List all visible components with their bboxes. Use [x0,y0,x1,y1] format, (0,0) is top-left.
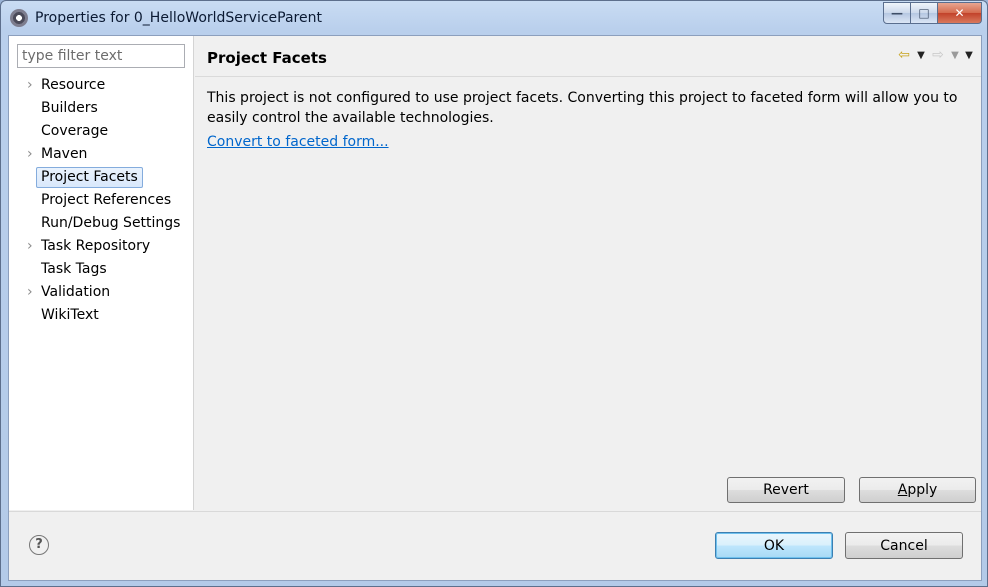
property-page: Project Facets ⇦ ▼ ⇨ ▼ ▼ This project is… [195,36,981,510]
properties-dialog: Properties for 0_HelloWorldServiceParent… [0,0,988,587]
tree-item-task-tags[interactable]: Task Tags [9,258,193,281]
convert-to-faceted-form-link[interactable]: Convert to faceted form... [207,134,389,150]
eclipse-icon [10,9,28,27]
forward-arrow-icon[interactable]: ⇨ [929,46,947,64]
close-icon: ✕ [954,6,965,20]
apply-button[interactable]: Apply [859,477,976,503]
tree-item-label: Task Repository [41,238,151,254]
tree-item-label: Project References [41,192,172,208]
tree-item-resource[interactable]: › Resource [9,74,193,97]
footer-separator [9,511,981,512]
tree-item-run-debug-settings[interactable]: Run/Debug Settings [9,212,193,235]
tree-item-project-facets[interactable]: Project Facets [9,166,193,189]
tree-item-label: Run/Debug Settings [41,215,181,231]
window-title: Properties for 0_HelloWorldServiceParent [35,10,322,26]
back-arrow-icon[interactable]: ⇦ [895,46,913,64]
property-pages-panel: ›ResourceBuildersCoverage›MavenProject F… [9,36,194,510]
page-title: Project Facets [207,49,327,67]
expand-chevron-icon[interactable]: › [27,143,37,166]
maximize-icon: □ [918,6,930,20]
forward-dropdown-icon[interactable]: ▼ [949,46,961,64]
tree-item-project-references[interactable]: Project References [9,189,193,212]
tree-item-label: Maven [41,146,88,162]
help-icon[interactable]: ? [29,535,49,555]
title-bar[interactable]: Properties for 0_HelloWorldServiceParent… [1,1,987,35]
page-header: Project Facets ⇦ ▼ ⇨ ▼ ▼ [195,36,981,77]
minimize-button[interactable]: — [883,2,911,24]
dialog-client-area: ›ResourceBuildersCoverage›MavenProject F… [8,35,982,581]
maximize-button[interactable]: □ [911,2,938,24]
window-controls: — □ ✕ [883,2,982,24]
filter-input[interactable] [17,44,185,68]
expand-chevron-icon[interactable]: › [27,74,37,97]
tree-item-label: Validation [41,284,111,300]
tree-item-builders[interactable]: Builders [9,97,193,120]
ok-button[interactable]: OK [715,532,833,559]
close-button[interactable]: ✕ [938,2,982,24]
cancel-button[interactable]: Cancel [845,532,963,559]
apply-mnemonic: A [897,482,908,498]
tree-item-label: Task Tags [41,261,107,277]
tree-item-label: Resource [41,77,106,93]
expand-chevron-icon[interactable]: › [27,235,37,258]
tree-item-wikitext[interactable]: WikiText [9,304,193,327]
history-navigation: ⇦ ▼ ⇨ ▼ ▼ [895,46,975,64]
tree-item-task-repository[interactable]: › Task Repository [9,235,193,258]
page-description: This project is not configured to use pr… [207,90,958,126]
revert-button[interactable]: Revert [727,477,845,503]
tree-item-label: Builders [41,100,98,116]
tree-item-label: Project Facets [36,167,143,188]
tree-item-validation[interactable]: › Validation [9,281,193,304]
minimize-icon: — [891,6,903,20]
view-menu-icon[interactable]: ▼ [963,46,975,64]
tree-item-maven[interactable]: › Maven [9,143,193,166]
tree-item-coverage[interactable]: Coverage [9,120,193,143]
property-pages-tree: › Resource Builders Coverage › Maven Project F… [9,74,193,327]
tree-item-label: Coverage [41,123,109,139]
apply-label: pply [907,482,938,498]
tree-item-label: WikiText [41,307,99,323]
expand-chevron-icon[interactable]: › [27,281,37,304]
back-dropdown-icon[interactable]: ▼ [915,46,927,64]
